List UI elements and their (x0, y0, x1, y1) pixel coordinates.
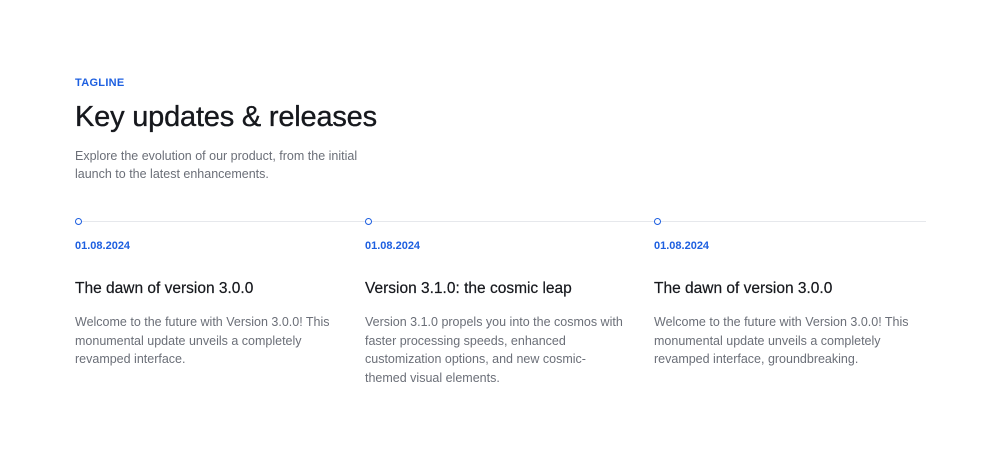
tagline: TAGLINE (75, 77, 125, 89)
release-title: Version 3.1.0: the cosmic leap (365, 280, 572, 297)
release-date: 01.08.2024 (365, 240, 421, 252)
timeline-dot-icon (75, 218, 82, 225)
release-title: The dawn of version 3.0.0 (654, 280, 833, 297)
release-description: Welcome to the future with Version 3.0.0… (75, 315, 330, 366)
page-title: Key updates & releases (75, 101, 377, 133)
timeline-dot-icon (654, 218, 661, 225)
section-subtitle: Explore the evolution of our product, fr… (75, 149, 358, 181)
release-date: 01.08.2024 (654, 240, 710, 252)
timeline-divider (78, 221, 926, 222)
release-title: The dawn of version 3.0.0 (75, 280, 254, 297)
release-description: Welcome to the future with Version 3.0.0… (654, 315, 909, 366)
timeline-dot-icon (365, 218, 372, 225)
release-date: 01.08.2024 (75, 240, 131, 252)
release-description: Version 3.1.0 propels you into the cosmo… (365, 315, 623, 385)
releases-section: TAGLINE Key updates & releases Explore t… (0, 0, 1000, 463)
